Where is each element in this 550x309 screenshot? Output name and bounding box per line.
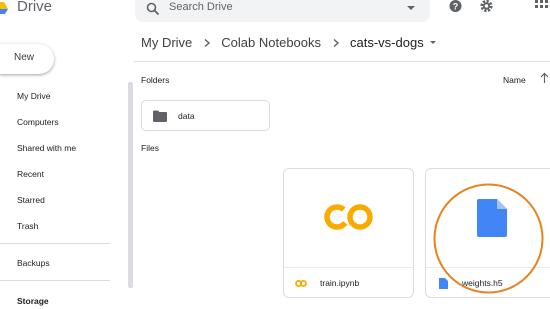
breadcrumb-item[interactable]: Colab Notebooks	[221, 35, 321, 50]
colab-file-icon	[295, 280, 307, 287]
file-card[interactable]: weights.h5	[425, 168, 550, 298]
drive-logo-icon	[0, 2, 8, 14]
colab-logo-icon	[324, 204, 373, 230]
folder-name: data	[178, 111, 195, 121]
sidebar-item-trash[interactable]: Trash	[17, 221, 38, 231]
folder-icon	[153, 110, 167, 122]
sidebar-item-backups[interactable]: Backups	[17, 258, 50, 268]
file-card[interactable]: train.ipynb	[283, 168, 414, 298]
chevron-right-icon	[333, 38, 340, 47]
chevron-down-icon[interactable]	[429, 41, 436, 44]
file-preview	[284, 169, 413, 267]
sort-by-name[interactable]: Name	[503, 75, 526, 85]
sidebar-item-shared-with-me[interactable]: Shared with me	[17, 143, 76, 153]
file-name: train.ipynb	[320, 278, 360, 288]
sidebar-divider	[0, 280, 110, 281]
help-icon[interactable]: ?	[448, 0, 463, 15]
sidebar-item-recent[interactable]: Recent	[17, 169, 44, 179]
document-icon	[477, 199, 507, 237]
search-options-icon[interactable]	[407, 6, 415, 10]
chevron-right-icon	[204, 38, 211, 47]
sidebar-item-storage[interactable]: Storage	[17, 296, 49, 306]
files-heading: Files	[141, 143, 159, 153]
sidebar-item-computers[interactable]: Computers	[17, 117, 59, 127]
new-button[interactable]: New	[0, 44, 54, 74]
sidebar-divider	[0, 243, 110, 244]
sidebar-item-my-drive[interactable]: My Drive	[17, 91, 51, 101]
breadcrumb: My Drive Colab Notebooks cats-vs-dogs	[141, 35, 436, 50]
file-preview	[426, 169, 550, 267]
file-footer: weights.h5	[426, 267, 550, 299]
search-icon[interactable]	[146, 2, 160, 16]
file-footer: train.ipynb	[284, 267, 413, 299]
folders-heading: Folders	[141, 75, 170, 85]
sidebar-item-starred[interactable]: Starred	[17, 195, 45, 205]
svg-text:?: ?	[453, 2, 459, 12]
file-type-icon	[439, 278, 448, 289]
search-input[interactable]: Search Drive	[169, 1, 233, 13]
breadcrumb-item[interactable]: My Drive	[141, 35, 192, 50]
file-name: weights.h5	[462, 278, 503, 288]
app-name: Drive	[17, 0, 53, 15]
search-bar[interactable]: Search Drive	[135, 0, 430, 22]
apps-grid-icon[interactable]	[534, 0, 549, 15]
folder-card[interactable]: data	[141, 100, 270, 131]
breadcrumb-current[interactable]: cats-vs-dogs	[350, 35, 424, 50]
arrow-up-icon[interactable]	[540, 72, 549, 84]
new-button-label: New	[14, 52, 35, 63]
sidebar-scrollbar[interactable]	[128, 82, 133, 288]
header-divider	[134, 61, 550, 62]
settings-icon[interactable]	[479, 0, 494, 15]
